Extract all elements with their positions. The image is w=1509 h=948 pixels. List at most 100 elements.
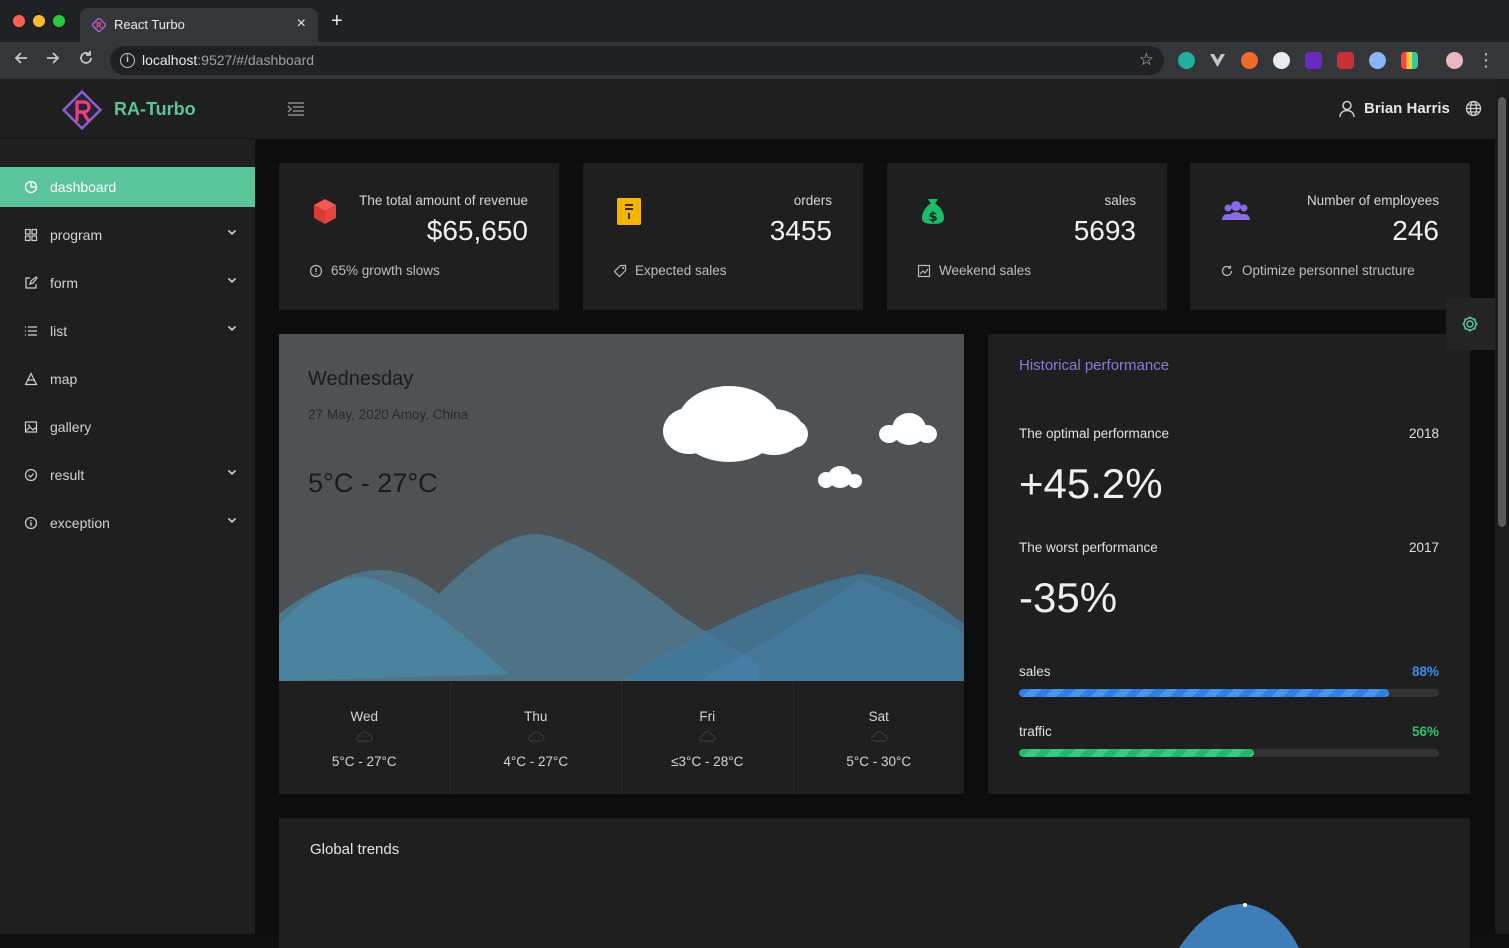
grid-icon: [24, 228, 38, 242]
sidebar-menu: dashboard program form list map gallery …: [0, 167, 255, 551]
cloud-icon: [879, 413, 937, 445]
forecast-day-name: Sat: [868, 709, 889, 724]
edit-icon: [25, 276, 38, 289]
cube-icon: [314, 199, 336, 224]
scrollbar-thumb[interactable]: [1498, 97, 1506, 527]
info-circle-icon: [309, 264, 323, 278]
weather-date-location: 27 May, 2020 Amoy, China: [308, 407, 469, 422]
app-root: RA-Turbo dashboard program form list map…: [0, 79, 1509, 948]
traffic-progress-bar: [1019, 749, 1439, 757]
stat-footer: 65% growth slows: [331, 263, 440, 278]
cloud-icon: [699, 731, 716, 742]
settings-drawer-toggle[interactable]: [1446, 298, 1495, 350]
global-trends-card: Global trends: [279, 818, 1470, 948]
forecast-day-name: Wed: [350, 709, 378, 724]
sidebar-item-label: list: [50, 323, 68, 339]
stat-card-employees: Number of employees 246 Optimize personn…: [1190, 163, 1470, 310]
forecast-temp: ≤3°C - 28°C: [671, 754, 744, 769]
sidebar-item-label: dashboard: [50, 179, 117, 195]
reload-icon[interactable]: [75, 49, 97, 71]
extension-red-icon[interactable]: [1337, 52, 1354, 69]
image-icon: [24, 421, 38, 433]
sidebar-item-program[interactable]: program: [0, 215, 255, 255]
close-window-button[interactable]: [13, 15, 25, 27]
extension-vue-icon[interactable]: [1209, 52, 1226, 69]
maximize-window-button[interactable]: [53, 15, 65, 27]
sales-bar-label: sales: [1019, 664, 1051, 679]
stat-card-sales: $ sales 5693 Weekend sales: [887, 163, 1167, 310]
forecast-day-name: Fri: [699, 709, 716, 724]
user-name[interactable]: Brian Harris: [1364, 100, 1450, 117]
minimize-window-button[interactable]: [33, 15, 45, 27]
sidebar-item-exception[interactable]: exception: [0, 503, 255, 543]
forecast-temp: 5°C - 30°C: [846, 754, 912, 769]
worst-year: 2017: [1408, 540, 1439, 555]
tab-close-icon[interactable]: ×: [297, 15, 306, 33]
extension-colors-icon[interactable]: [1401, 52, 1418, 69]
stat-value: $65,650: [426, 215, 528, 246]
stat-card-orders: orders 3455 Expected sales: [583, 163, 863, 310]
browser-menu-icon[interactable]: ⋮: [1477, 50, 1495, 70]
browser-tab-strip: R React Turbo × +: [0, 0, 1509, 42]
sidebar-item-dashboard[interactable]: dashboard: [0, 167, 255, 207]
back-arrow-icon[interactable]: [10, 49, 32, 71]
sales-progress-fill: [1019, 689, 1389, 697]
menu-fold-icon[interactable]: [287, 101, 305, 117]
forecast-temp: 5°C - 27°C: [331, 754, 397, 769]
performance-card: Historical performance The optimal perfo…: [988, 334, 1470, 794]
map-icon: [24, 372, 38, 386]
sidebar-item-gallery[interactable]: gallery: [0, 407, 255, 447]
forward-arrow-icon[interactable]: [42, 49, 64, 71]
page-scrollbar[interactable]: [1495, 79, 1509, 934]
site-info-icon[interactable]: i: [120, 53, 135, 68]
weather-card: Wednesday 27 May, 2020 Amoy, China 5°C -…: [279, 334, 964, 794]
logo-area[interactable]: RA-Turbo: [0, 79, 255, 139]
bookmark-star-icon[interactable]: ☆: [1139, 50, 1154, 70]
sidebar-item-form[interactable]: form: [0, 263, 255, 303]
new-tab-button[interactable]: +: [331, 11, 343, 31]
stat-value: 5693: [1073, 215, 1136, 246]
receipt-icon: [617, 198, 641, 225]
sidebar-item-map[interactable]: map: [0, 359, 255, 399]
sidebar-item-label: form: [50, 275, 78, 291]
check-circle-icon: [24, 468, 38, 482]
sidebar-item-list[interactable]: list: [0, 311, 255, 351]
extension-g-icon[interactable]: [1273, 52, 1290, 69]
sidebar-item-label: result: [50, 467, 85, 483]
optimal-value: +45.2%: [1019, 460, 1163, 507]
react-turbo-favicon-icon: R: [92, 18, 106, 32]
extension-rp-icon[interactable]: [1305, 52, 1322, 69]
user-icon[interactable]: [1339, 100, 1355, 118]
gear-icon: [1462, 316, 1478, 332]
extension-orange-icon[interactable]: [1241, 52, 1258, 69]
extension-m-icon[interactable]: [1178, 52, 1195, 69]
sidebar-item-label: program: [50, 227, 103, 243]
area-chart-icon: [917, 264, 931, 278]
forecast-day: Wed 5°C - 27°C: [279, 681, 451, 794]
address-bar[interactable]: i localhost:9527/#/dashboard ☆: [110, 46, 1164, 75]
sidebar-item-label: gallery: [50, 419, 92, 435]
worst-value: -35%: [1019, 574, 1118, 621]
chevron-down-icon: [227, 469, 237, 476]
browser-tab[interactable]: R React Turbo ×: [80, 8, 318, 42]
cloud-icon: [663, 386, 808, 462]
traffic-bar-percent: 56%: [1411, 724, 1439, 739]
weather-temperature: 5°C - 27°C: [308, 468, 438, 498]
sidebar-item-label: exception: [50, 515, 110, 531]
cloud-icon: [870, 731, 888, 742]
top-header: Brian Harris: [255, 79, 1495, 139]
profile-avatar[interactable]: [1446, 52, 1463, 69]
pie-chart-icon: [24, 180, 38, 194]
brand-name: RA-Turbo: [114, 99, 196, 119]
weather-forecast: Wed 5°C - 27°C Thu 4°C - 27°C Fri ≤3°C -…: [279, 681, 964, 794]
extension-blue-circle-icon[interactable]: [1369, 52, 1386, 69]
traffic-bar-label: traffic: [1019, 724, 1052, 739]
sidebar-item-result[interactable]: result: [0, 455, 255, 495]
globe-icon[interactable]: [1465, 100, 1482, 117]
stat-footer: Optimize personnel structure: [1242, 263, 1415, 278]
chevron-down-icon: [227, 277, 237, 284]
url-text: localhost:9527/#/dashboard: [142, 52, 315, 68]
sync-icon: [1221, 265, 1233, 277]
forecast-temp: 4°C - 27°C: [503, 754, 569, 769]
stat-label: orders: [793, 193, 832, 208]
